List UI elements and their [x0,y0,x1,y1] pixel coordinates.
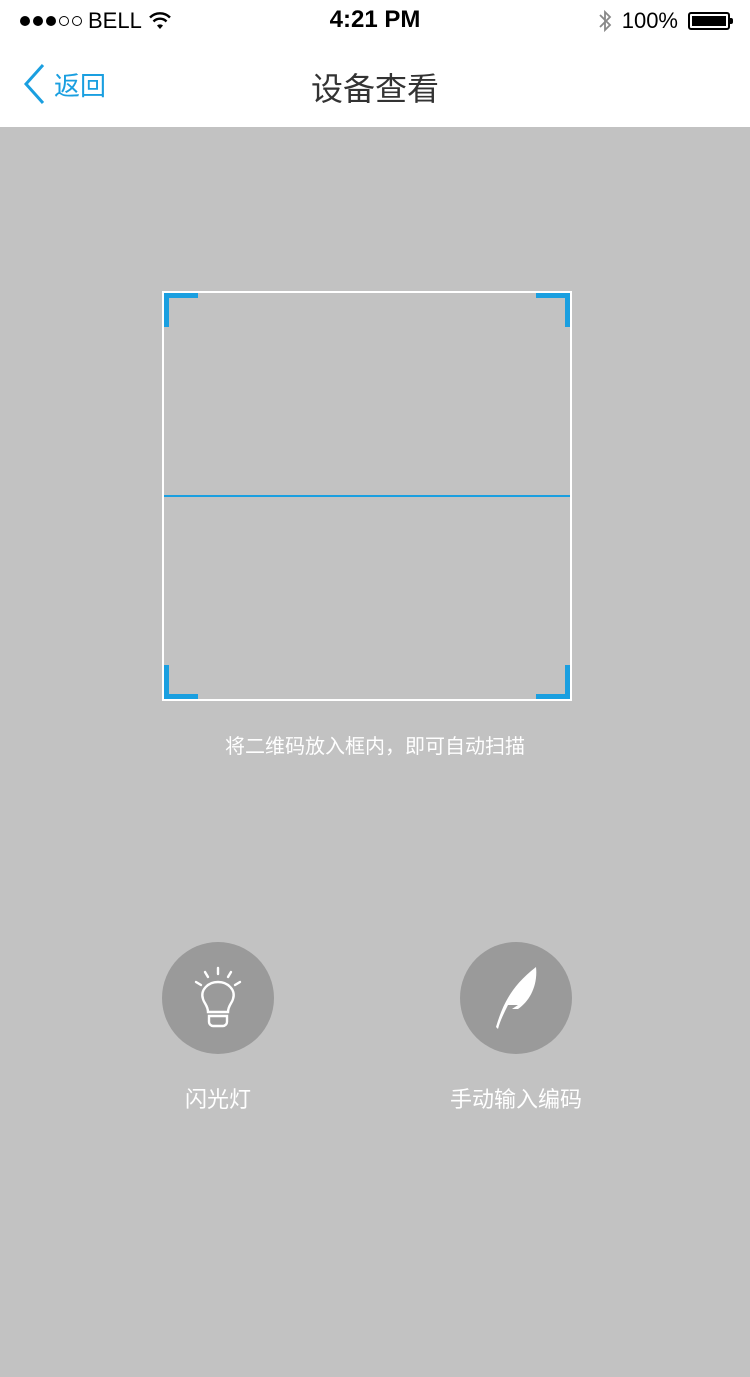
navigation-bar: 返回 设备查看 [0,40,750,127]
scan-line [164,495,570,497]
corner-bottom-right [536,665,570,699]
scan-hint: 将二维码放入框内，即可自动扫描 [225,734,525,758]
flashlight-label: 闪光灯 [184,1088,251,1113]
page-title: 设备查看 [310,70,439,108]
top-bar: BELL 4:21 PM 100% 返回 设备查看 [0,0,750,127]
feather-icon [496,967,537,1029]
manual-input-button[interactable]: 手动输入编码 [426,942,606,1114]
corner-top-right [536,293,570,327]
flashlight-circle[interactable] [162,942,274,1054]
scan-frame [162,291,572,701]
battery-percent: 100% [621,8,678,33]
status-bar: BELL 4:21 PM 100% [0,0,750,40]
lightbulb-icon [194,966,242,1028]
manual-input-label: 手动输入编码 [449,1088,582,1113]
bluetooth-icon [599,9,611,33]
battery-icon [688,12,733,30]
status-right: 100% [598,8,733,34]
manual-input-circle[interactable] [460,942,572,1054]
flashlight-button[interactable]: 闪光灯 [128,942,308,1114]
corner-bottom-left [164,665,198,699]
corner-top-left [164,293,198,327]
